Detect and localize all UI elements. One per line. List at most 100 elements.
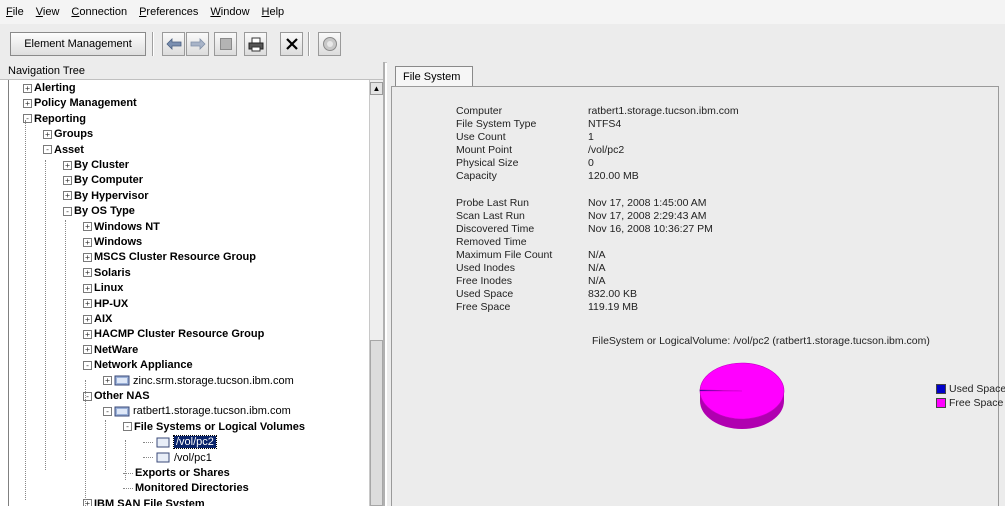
expand-icon[interactable]: + <box>63 175 72 185</box>
property-label: Scan Last Run <box>456 210 525 222</box>
expand-icon[interactable]: + <box>103 376 112 386</box>
collapse-icon[interactable]: - <box>63 206 72 216</box>
back-arrow-icon[interactable] <box>162 32 185 56</box>
property-label: Probe Last Run <box>456 197 529 209</box>
property-value: NTFS4 <box>588 118 622 130</box>
toolbar-separator <box>308 32 310 56</box>
tree-node[interactable]: - Asset <box>43 143 84 158</box>
pie-chart <box>699 362 785 429</box>
tree-node[interactable]: + Policy Management <box>23 96 137 111</box>
file-system-details: FileSystem or LogicalVolume: /vol/pc2 (r… <box>391 86 1005 506</box>
expand-icon[interactable]: + <box>83 329 92 339</box>
expand-icon[interactable]: + <box>83 314 92 324</box>
expand-icon[interactable]: + <box>83 222 92 232</box>
volume-icon <box>156 437 170 448</box>
tree-node[interactable]: - Network Appliance <box>83 358 193 373</box>
tree-node[interactable]: - File Systems or Logical Volumes <box>123 420 305 435</box>
expand-icon[interactable]: + <box>23 98 32 108</box>
close-icon[interactable] <box>280 32 303 56</box>
tree-node[interactable]: - Other NAS <box>83 389 150 404</box>
legend-label-free: Free Space <box>949 397 1004 409</box>
tree-connector-line <box>25 120 26 500</box>
expand-icon[interactable]: + <box>83 252 92 262</box>
tree-node[interactable]: /vol/pc2 <box>143 435 217 450</box>
legend-swatch-used <box>936 384 946 395</box>
expand-icon[interactable]: + <box>83 283 92 293</box>
navigation-panel: Navigation Tree + Alerting + Policy Managem… <box>0 62 385 506</box>
expand-icon[interactable]: + <box>43 129 52 139</box>
collapse-icon[interactable]: - <box>123 422 132 432</box>
tree-node[interactable]: + IBM SAN File System <box>83 497 205 506</box>
tree-node[interactable]: + Linux <box>83 281 123 296</box>
tree-node-label: Windows NT <box>94 220 160 233</box>
tree-node-label: By Hypervisor <box>74 189 149 202</box>
tree-node-label: Reporting <box>34 112 86 125</box>
tree-node[interactable]: + NetWare <box>83 343 138 358</box>
property-value: 1 <box>588 131 594 143</box>
cancel-icon[interactable] <box>318 32 341 56</box>
tree-node[interactable]: Monitored Directories <box>123 481 249 496</box>
scroll-thumb[interactable] <box>370 340 383 506</box>
tree-node[interactable]: - By OS Type <box>63 204 135 219</box>
property-value: N/A <box>588 275 606 287</box>
tree-node-label: Policy Management <box>34 97 137 110</box>
tree-node[interactable]: + HP-UX <box>83 297 128 312</box>
menu-preferences[interactable]: Preferences <box>139 6 198 18</box>
tree-node-label: AIX <box>94 313 113 325</box>
tree-node[interactable]: + zinc.srm.storage.tucson.ibm.com <box>103 374 294 389</box>
tree-node[interactable]: + MSCS Cluster Resource Group <box>83 250 256 265</box>
scroll-up-arrow-icon[interactable]: ▲ <box>370 82 383 95</box>
property-value: 0 <box>588 157 594 169</box>
tree-connector-line <box>105 420 106 470</box>
tree-node-label: Linux <box>94 282 124 295</box>
tree-node[interactable]: + Windows <box>83 235 142 250</box>
menu-help[interactable]: Help <box>262 6 285 18</box>
menu-view[interactable]: View <box>36 6 60 18</box>
tree-connector-line <box>65 220 66 460</box>
tree-node[interactable]: - ratbert1.storage.tucson.ibm.com <box>103 404 291 419</box>
tree-node-label: By Cluster <box>74 159 130 171</box>
tree-node[interactable]: + AIX <box>83 312 112 327</box>
legend-used-space: Used Space <box>936 383 1005 395</box>
property-label: Use Count <box>456 131 506 143</box>
expand-icon[interactable]: + <box>63 160 72 170</box>
property-value: 120.00 MB <box>588 170 639 182</box>
expand-icon[interactable]: + <box>83 345 92 355</box>
tree-node[interactable]: + By Computer <box>63 173 143 188</box>
expand-icon[interactable]: + <box>23 83 32 93</box>
tree-node[interactable]: - Reporting <box>23 112 86 127</box>
property-label: Physical Size <box>456 157 519 169</box>
vertical-scrollbar[interactable]: ▲ <box>369 80 383 506</box>
tree-node[interactable]: /vol/pc1 <box>143 451 212 466</box>
property-label: Discovered Time <box>456 223 535 235</box>
expand-icon[interactable]: + <box>63 191 72 201</box>
tree-node-label: HP-UX <box>94 297 129 310</box>
tree-node[interactable]: + By Cluster <box>63 158 129 173</box>
expand-icon[interactable]: + <box>83 299 92 309</box>
property-value: Nov 17, 2008 2:29:43 AM <box>588 210 707 222</box>
print-icon[interactable] <box>244 32 267 56</box>
tree-node-label: File Systems or Logical Volumes <box>134 420 305 433</box>
menu-connection[interactable]: Connection <box>71 6 127 18</box>
tree-node[interactable]: + By Hypervisor <box>63 189 149 204</box>
collapse-icon[interactable]: - <box>83 360 92 370</box>
collapse-icon[interactable]: - <box>103 406 112 416</box>
stop-icon[interactable] <box>214 32 237 56</box>
tree-node[interactable]: + Solaris <box>83 266 131 281</box>
forward-arrow-icon[interactable] <box>186 32 209 56</box>
element-management-button[interactable]: Element Management <box>10 32 146 56</box>
tree-node[interactable]: + Alerting <box>23 81 76 96</box>
tree-node[interactable]: + Groups <box>43 127 93 142</box>
tree-node-label: /vol/pc1 <box>174 451 212 464</box>
tree-node[interactable]: Exports or Shares <box>123 466 230 481</box>
tree-connector-line <box>45 160 46 470</box>
expand-icon[interactable]: + <box>83 237 92 247</box>
tree-node[interactable]: + HACMP Cluster Resource Group <box>83 327 264 342</box>
menu-file[interactable]: File <box>6 6 24 18</box>
tree-node[interactable]: + Windows NT <box>83 220 160 235</box>
expand-icon[interactable]: + <box>83 268 92 278</box>
tab-file-system[interactable]: File System <box>395 66 473 86</box>
menu-window[interactable]: Window <box>210 6 249 18</box>
collapse-icon[interactable]: - <box>43 145 52 155</box>
property-value: ratbert1.storage.tucson.ibm.com <box>588 105 739 117</box>
